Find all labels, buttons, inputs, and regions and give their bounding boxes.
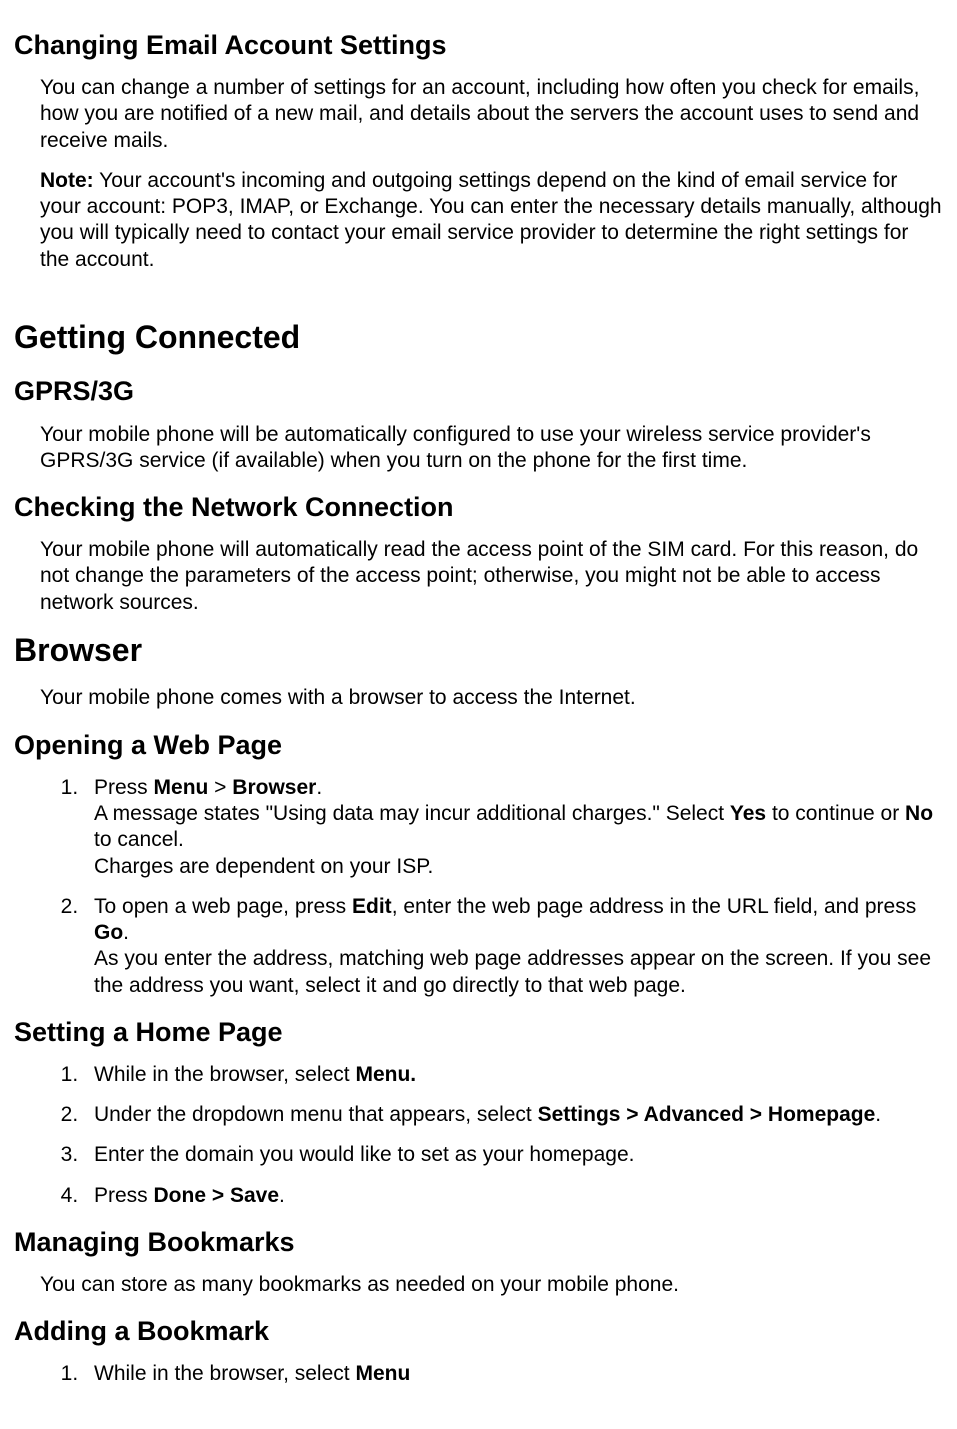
ordered-list: While in the browser, select Menu — [84, 1361, 943, 1387]
heading-adding-bookmark: Adding a Bookmark — [14, 1314, 943, 1349]
bold-text: Browser — [232, 776, 316, 799]
bold-text: Settings > Advanced > Homepage — [538, 1103, 876, 1126]
paragraph: You can store as many bookmarks as neede… — [40, 1272, 943, 1298]
paragraph: Your mobile phone comes with a browser t… — [40, 685, 943, 711]
heading-setting-home-page: Setting a Home Page — [14, 1015, 943, 1050]
text: Under the dropdown menu that appears, se… — [94, 1103, 538, 1126]
bold-text: Go — [94, 921, 123, 944]
bold-text: Menu — [355, 1362, 410, 1385]
heading-managing-bookmarks: Managing Bookmarks — [14, 1225, 943, 1260]
list-item: Enter the domain you would like to set a… — [84, 1142, 943, 1168]
bold-text: Menu. — [355, 1063, 416, 1086]
paragraph: Your mobile phone will automatically rea… — [40, 537, 943, 616]
bold-text: Edit — [352, 895, 392, 918]
bold-text: Yes — [730, 802, 766, 825]
text: . — [123, 921, 129, 944]
list-item: Press Menu > Browser. A message states "U… — [84, 775, 943, 880]
list-item: While in the browser, select Menu — [84, 1361, 943, 1387]
note-body: Your account's incoming and outgoing set… — [40, 169, 942, 271]
heading-opening-web-page: Opening a Web Page — [14, 728, 943, 763]
text: > — [208, 776, 232, 799]
text: As you enter the address, matching web p… — [94, 947, 931, 996]
text: To open a web page, press — [94, 895, 352, 918]
note-paragraph: Note: Your account's incoming and outgoi… — [40, 168, 943, 273]
text: to continue or — [766, 802, 905, 825]
text: , enter the web page address in the URL … — [392, 895, 917, 918]
heading-gprs-3g: GPRS/3G — [14, 374, 943, 409]
paragraph: Your mobile phone will be automatically … — [40, 422, 943, 475]
text: . — [316, 776, 322, 799]
text: to cancel. — [94, 828, 184, 851]
text: Press — [94, 1184, 154, 1207]
list-item: To open a web page, press Edit, enter th… — [84, 894, 943, 999]
text: While in the browser, select — [94, 1063, 355, 1086]
heading-browser: Browser — [14, 630, 943, 672]
ordered-list: Press Menu > Browser. A message states "U… — [84, 775, 943, 999]
note-label: Note: — [40, 169, 94, 192]
text: . — [875, 1103, 881, 1126]
text: . — [279, 1184, 285, 1207]
heading-getting-connected: Getting Connected — [14, 317, 943, 359]
list-item: Under the dropdown menu that appears, se… — [84, 1102, 943, 1128]
heading-changing-email: Changing Email Account Settings — [14, 28, 943, 63]
text: While in the browser, select — [94, 1362, 355, 1385]
heading-checking-network: Checking the Network Connection — [14, 490, 943, 525]
bold-text: Menu — [154, 776, 209, 799]
bold-text: No — [905, 802, 933, 825]
bold-text: Done > Save — [154, 1184, 279, 1207]
text: Charges are dependent on your ISP. — [94, 855, 433, 878]
text: A message states "Using data may incur a… — [94, 802, 730, 825]
ordered-list: While in the browser, select Menu. Under… — [84, 1062, 943, 1209]
list-item: Press Done > Save. — [84, 1183, 943, 1209]
list-item: While in the browser, select Menu. — [84, 1062, 943, 1088]
text: Press — [94, 776, 154, 799]
paragraph: You can change a number of settings for … — [40, 75, 943, 154]
